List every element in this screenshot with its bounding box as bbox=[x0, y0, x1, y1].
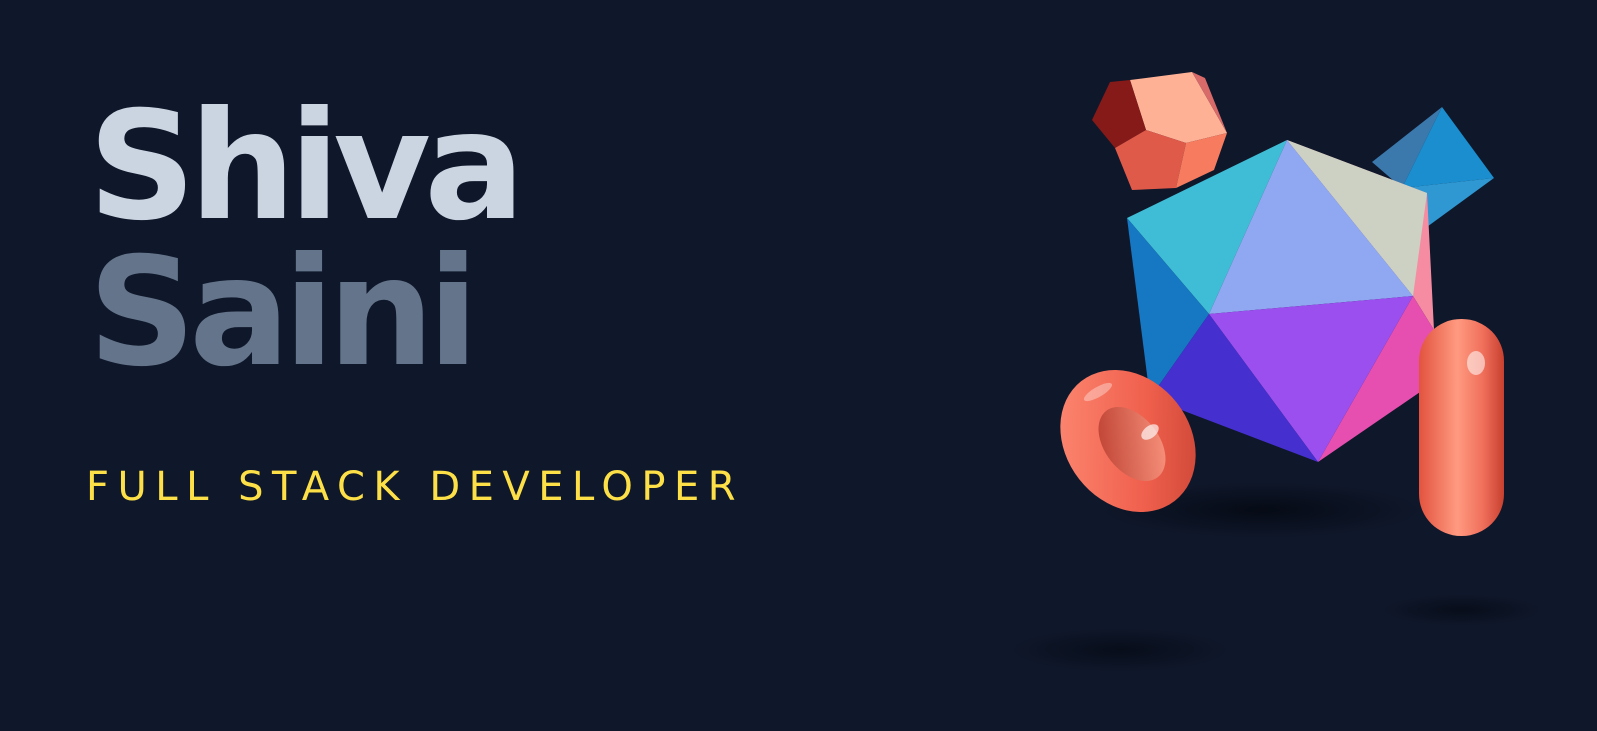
3d-shapes-scene bbox=[1010, 72, 1542, 672]
hero-name: Shiva Saini bbox=[88, 80, 525, 400]
shadow-capsule bbox=[1382, 594, 1542, 626]
name-first: Shiva bbox=[88, 80, 525, 254]
name-last: Saini bbox=[88, 226, 479, 400]
capsule-shape bbox=[1419, 319, 1504, 536]
hero-section: Shiva Saini FULL STACK DEVELOPER bbox=[0, 0, 1597, 731]
job-title: FULL STACK DEVELOPER bbox=[86, 464, 745, 510]
shadow-torus bbox=[1010, 628, 1230, 672]
dodecahedron-shape bbox=[1092, 72, 1227, 190]
